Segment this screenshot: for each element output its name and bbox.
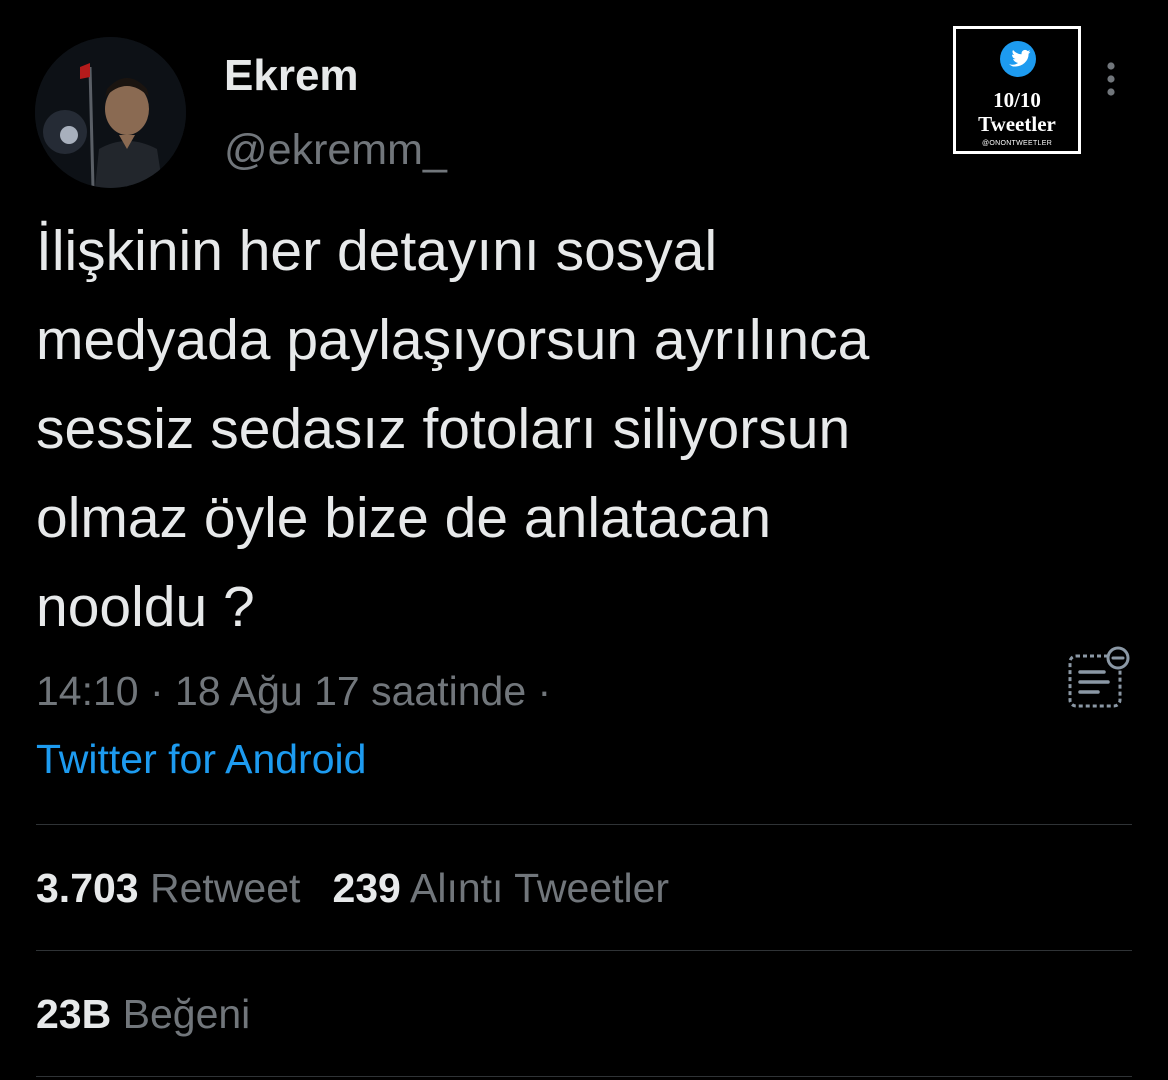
display-name[interactable]: Ekrem <box>224 50 359 102</box>
divider <box>36 1076 1132 1077</box>
tweet-text: İlişkinin her detayını sosyal medyada pa… <box>36 207 1126 652</box>
retweet-stats[interactable]: 3.703 Retweet 239 Alıntı Tweetler <box>36 860 669 916</box>
retweet-label: Retweet <box>150 865 301 911</box>
divider <box>36 950 1132 951</box>
watermark-badge: 10/10 Tweetler @ONONTWEETLER <box>953 26 1081 154</box>
avatar[interactable] <box>35 37 186 188</box>
like-stats[interactable]: 23B Beğeni <box>36 986 250 1042</box>
tweet-text-line: olmaz öyle bize de anlatacan <box>36 486 772 550</box>
badge-title: 10/10 <box>993 88 1041 112</box>
tweet-analytics-icon[interactable] <box>1066 644 1132 710</box>
quote-count[interactable]: 239 <box>332 865 400 911</box>
retweet-count: 3.703 <box>36 865 139 911</box>
like-label: Beğeni <box>122 991 251 1037</box>
user-handle[interactable]: @ekremm_ <box>224 124 447 176</box>
twitter-bird-icon <box>1000 41 1036 77</box>
badge-subtitle: Tweetler <box>978 112 1056 136</box>
tweet-text-line: sessiz sedasız fotoları siliyorsun <box>36 397 851 461</box>
tweet-text-line: medyada paylaşıyorsun ayrılınca <box>36 308 870 372</box>
more-options-icon[interactable] <box>1096 58 1126 102</box>
tweet-text-line: nooldu ? <box>36 575 255 639</box>
like-count: 23B <box>36 991 112 1037</box>
tweet-timestamp[interactable]: 14:10 · 18 Ağu 17 saatinde · <box>36 663 551 719</box>
tweet-source-link[interactable]: Twitter for Android <box>36 731 366 787</box>
badge-handle: @ONONTWEETLER <box>981 140 1053 147</box>
divider <box>36 824 1132 825</box>
tweet-text-line: İlişkinin her detayını sosyal <box>36 219 718 283</box>
quote-label[interactable]: Alıntı Tweetler <box>410 865 669 911</box>
